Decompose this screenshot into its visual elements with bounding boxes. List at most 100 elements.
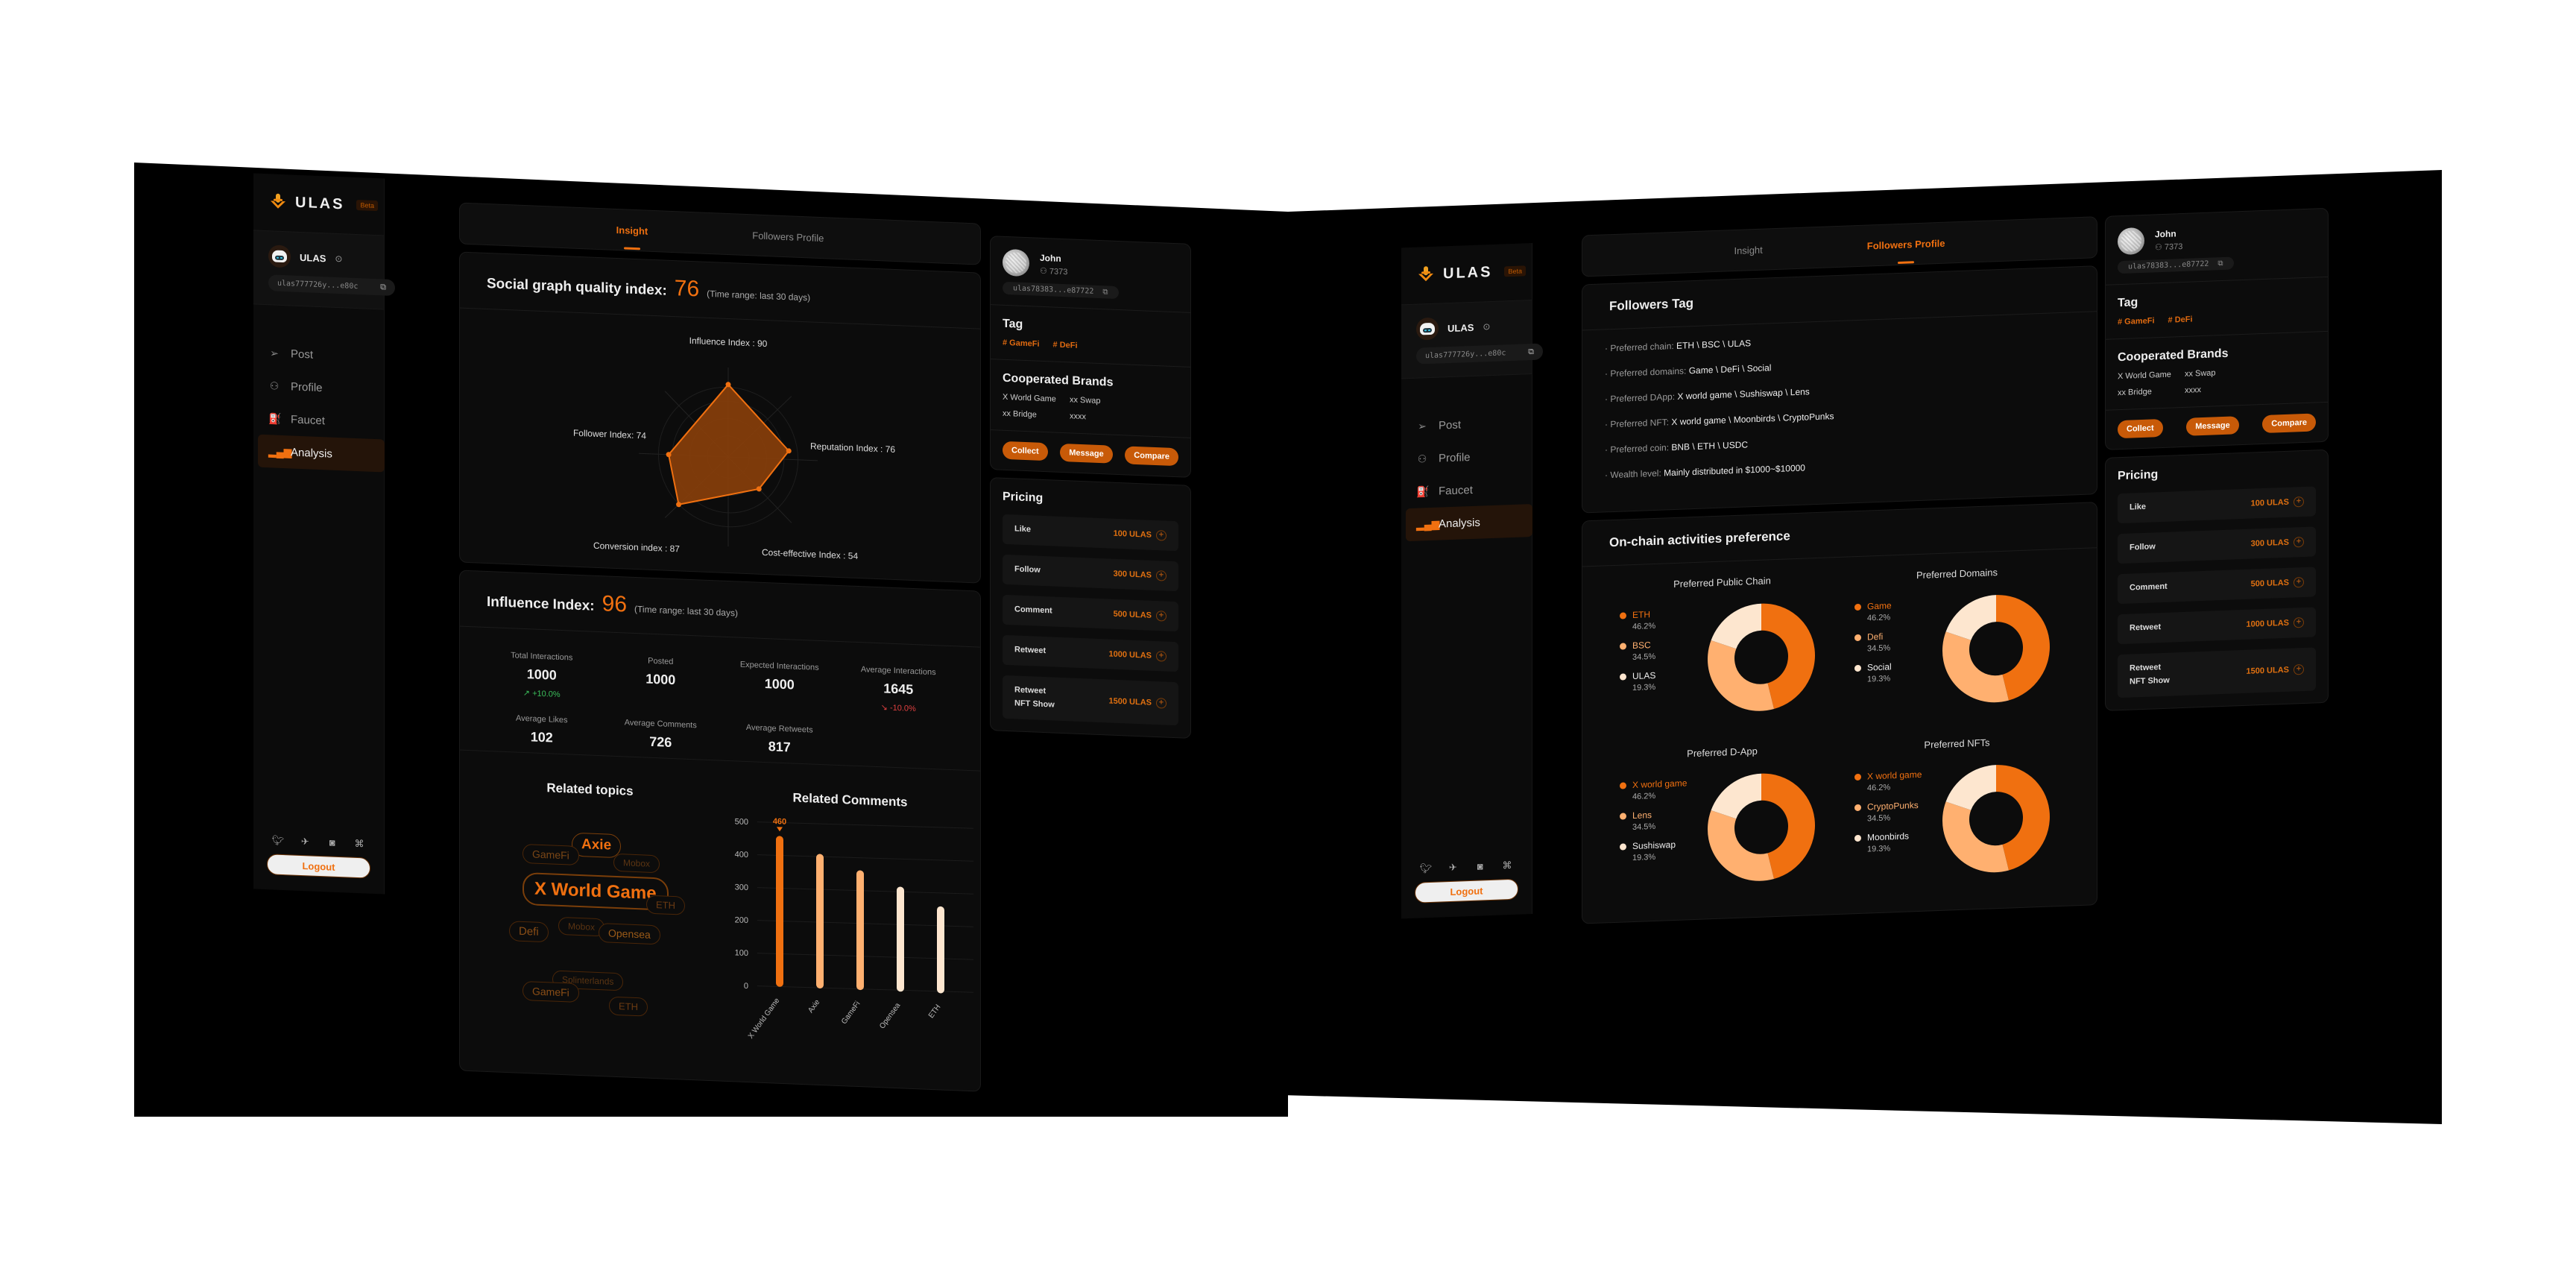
logo[interactable]: ULAS Beta — [1401, 243, 1532, 297]
plus-circle-icon[interactable]: + — [1156, 651, 1167, 662]
influence-range: (Time range: last 30 days) — [634, 603, 738, 619]
sidebar-item-analysis[interactable]: ▂▄▆ Analysis — [1406, 503, 1532, 542]
topic-pill[interactable]: Mobox — [613, 853, 660, 874]
price-amount: 300 ULAS — [2250, 537, 2289, 549]
copy-icon[interactable]: ⧉ — [2217, 259, 2223, 268]
settings-icon[interactable]: ⊙ — [1483, 321, 1490, 332]
collect-button[interactable]: Collect — [2118, 418, 2163, 439]
tab-followers-profile[interactable]: Followers Profile — [1867, 234, 1945, 254]
github-icon[interactable]: ⌘ — [1500, 860, 1514, 872]
compare-button[interactable]: Compare — [2262, 413, 2316, 434]
sidebar: ULAS Beta ULAS ⊙ ulas777726y...e80c ⧉ ➢ P… — [253, 173, 395, 895]
plus-circle-icon[interactable]: + — [1156, 698, 1167, 709]
plus-circle-icon[interactable]: + — [1156, 611, 1167, 622]
price-row[interactable]: Follow 300 ULAS + — [1003, 554, 1178, 592]
tab-insight[interactable]: Insight — [1734, 241, 1762, 259]
price-row[interactable]: Retweet NFT Show 1500 ULAS + — [2118, 647, 2316, 698]
legend-name: Defi — [1854, 631, 1892, 643]
radar-svg: Influence Index : 90 Reputation Index : 7… — [573, 335, 895, 561]
followers-screen: ULAS Beta ULAS ⊙ ulas777726y...e80c ⧉ ➢ P… — [1288, 170, 2442, 1124]
telegram-icon[interactable]: ✈ — [1446, 862, 1459, 874]
tag[interactable]: # DeFi — [2168, 315, 2193, 325]
profile-avatar[interactable] — [2118, 227, 2144, 256]
topic-pill[interactable]: ETH — [646, 895, 685, 915]
sidebar-item-analysis[interactable]: ▂▄▆ Analysis — [258, 434, 385, 473]
topic-pill[interactable]: Defi — [509, 921, 549, 943]
copy-icon[interactable]: ⧉ — [380, 282, 386, 292]
donut-svg — [1942, 595, 2050, 703]
sidebar-item-faucet[interactable]: ⛽ Faucet — [1406, 471, 1532, 508]
logout-button[interactable]: Logout — [1415, 878, 1518, 903]
settings-icon[interactable]: ⊙ — [335, 253, 342, 264]
logout-button[interactable]: Logout — [267, 854, 370, 879]
price-row[interactable]: Retweet NFT Show 1500 ULAS + — [1003, 675, 1178, 726]
topic-pill[interactable]: ETH — [609, 996, 648, 1017]
legend-percent: 34.5% — [1632, 821, 1656, 833]
plus-circle-icon[interactable]: + — [2294, 664, 2304, 675]
sidebar-item-post[interactable]: ➢ Post — [1406, 406, 1532, 443]
price-row[interactable]: Like 100 ULAS + — [2118, 486, 2316, 524]
legend-item: Defi 34.5% — [1854, 631, 1892, 654]
topic-pill[interactable]: GameFi — [523, 980, 579, 1003]
price-label-line: Retweet — [2130, 622, 2162, 633]
plus-circle-icon[interactable]: + — [2294, 617, 2304, 628]
topic-pill[interactable]: Mobox — [558, 916, 605, 937]
beta-badge: Beta — [1504, 265, 1526, 277]
plus-circle-icon[interactable]: + — [1156, 530, 1167, 541]
profile-avatar[interactable] — [1003, 248, 1029, 277]
sidebar-item-post[interactable]: ➢ Post — [258, 336, 385, 374]
price-row[interactable]: Comment 500 ULAS + — [1003, 594, 1178, 632]
price-label: Comment — [2130, 581, 2168, 595]
y-tick-label: 500 — [735, 817, 748, 827]
message-button[interactable]: Message — [2186, 416, 2239, 436]
followers-count-value: 7373 — [1049, 266, 1068, 277]
send-icon: ➢ — [1418, 419, 1427, 432]
topic-pill[interactable]: Axie — [572, 832, 622, 859]
copy-icon[interactable]: ⧉ — [1102, 288, 1108, 296]
tag[interactable]: # GameFi — [1003, 338, 1040, 349]
twitter-icon[interactable]: 🐦︎ — [1419, 862, 1433, 875]
twitter-icon[interactable]: 🐦︎ — [271, 834, 285, 847]
mockup-stage: ULAS Beta ULAS ⊙ ulas777726y...e80c ⧉ ➢ P… — [0, 0, 2576, 1271]
github-icon[interactable]: ⌘ — [353, 838, 366, 851]
faucet-icon: ⛽ — [1416, 485, 1430, 498]
compare-button[interactable]: Compare — [1125, 446, 1178, 467]
price-row[interactable]: Like 100 ULAS + — [1003, 514, 1178, 552]
telegram-icon[interactable]: ✈ — [298, 836, 312, 848]
avatar[interactable] — [1416, 317, 1439, 341]
user-block: ULAS ⊙ ulas777726y...e80c ⧉ — [253, 230, 395, 310]
price-row[interactable]: Retweet 1000 ULAS + — [1003, 634, 1178, 672]
plus-circle-icon[interactable]: + — [2294, 577, 2304, 588]
copy-icon[interactable]: ⧉ — [1528, 347, 1534, 357]
topic-pill[interactable]: GameFi — [523, 843, 579, 865]
sidebar-item-faucet[interactable]: ⛽ Faucet — [258, 402, 385, 440]
price-row[interactable]: Comment 500 ULAS + — [2118, 567, 2316, 605]
tag[interactable]: # DeFi — [1053, 341, 1078, 350]
legend-percent: 34.5% — [1632, 652, 1656, 663]
plus-circle-icon[interactable]: + — [2294, 537, 2304, 548]
legend-percent: 34.5% — [1867, 643, 1891, 654]
topic-pill[interactable]: Opensea — [599, 923, 660, 945]
donut-chart: Preferred D-App X world game 46.2% Lens 34.5… — [1605, 742, 1840, 901]
discord-icon[interactable]: ◙ — [326, 836, 339, 849]
collect-button[interactable]: Collect — [1003, 441, 1048, 461]
plus-circle-icon[interactable]: + — [1156, 570, 1167, 581]
price-row[interactable]: Follow 300 ULAS + — [2118, 526, 2316, 564]
tab-followers-profile[interactable]: Followers Profile — [752, 227, 824, 247]
logo[interactable]: ULAS Beta — [253, 173, 384, 227]
discord-icon[interactable]: ◙ — [1474, 860, 1487, 873]
tag[interactable]: # GameFi — [2118, 316, 2155, 327]
plus-circle-icon[interactable]: + — [2294, 496, 2304, 508]
stat-label: Average Comments — [624, 718, 697, 731]
sgqi-title: Social graph quality index: — [487, 275, 667, 299]
pricing-title: Pricing — [1003, 490, 1044, 505]
avatar[interactable] — [268, 245, 291, 268]
price-row[interactable]: Retweet 1000 ULAS + — [2118, 607, 2316, 645]
message-button[interactable]: Message — [1060, 443, 1113, 464]
sidebar-item-profile[interactable]: ⚇ Profile — [258, 369, 385, 407]
legend-item: Game 46.2% — [1854, 600, 1892, 623]
tab-insight[interactable]: Insight — [616, 221, 648, 239]
legend-name: Game — [1854, 600, 1892, 612]
sidebar-item-profile[interactable]: ⚇ Profile — [1406, 438, 1532, 476]
legend-name: Social — [1854, 661, 1892, 673]
